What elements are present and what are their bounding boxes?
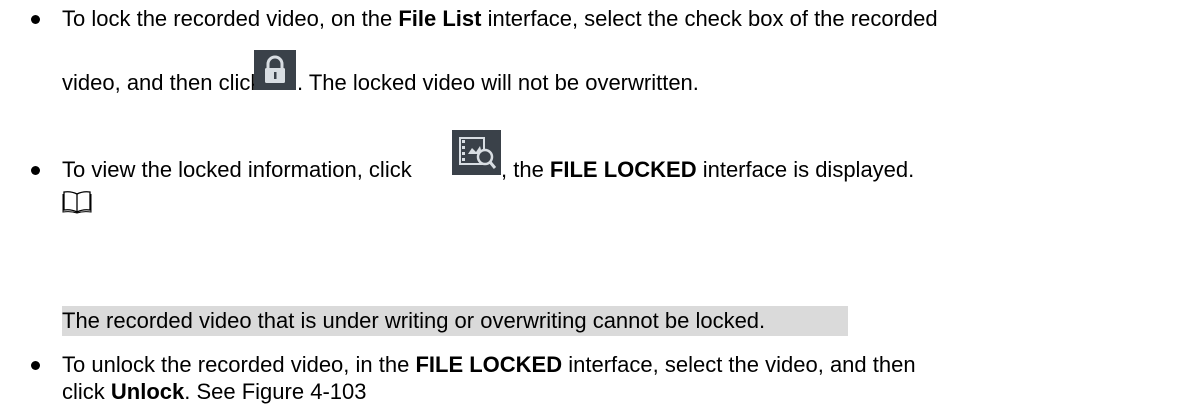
bold-term: FILE LOCKED xyxy=(415,352,563,377)
bullet-1-line-2-end: . The locked video will not be overwritt… xyxy=(297,70,699,96)
bullet-marker xyxy=(31,15,40,24)
bullet-2-line-1-end: , the FILE LOCKED interface is displayed… xyxy=(501,157,914,183)
lock-icon[interactable] xyxy=(254,50,296,90)
text: , the xyxy=(501,157,550,182)
text: To unlock the recorded video, in the xyxy=(62,352,416,377)
bold-term: FILE LOCKED xyxy=(549,157,697,182)
bullet-marker xyxy=(31,166,40,175)
text: To view the locked information, click xyxy=(62,157,412,182)
book-note-icon xyxy=(62,190,92,214)
bullet-3-line-2: click Unlock. See Figure 4-103 xyxy=(62,379,366,405)
file-locked-search-icon[interactable] xyxy=(452,130,501,175)
text: interface is displayed. xyxy=(696,157,915,182)
bold-term: File List xyxy=(398,6,482,31)
text: . See Figure 4-103 xyxy=(184,379,367,404)
bold-term: Unlock xyxy=(110,379,185,404)
text: interface, select the check box of the r… xyxy=(481,6,938,31)
bullet-1-line-1: To lock the recorded video, on the File … xyxy=(62,6,938,32)
text: click xyxy=(62,379,111,404)
bullet-1-line-2: video, and then click xyxy=(62,70,261,96)
bullet-3-line-1: To unlock the recorded video, in the FIL… xyxy=(62,352,916,378)
bullet-2-line-1: To view the locked information, click xyxy=(62,157,412,183)
text: . The locked video will not be overwritt… xyxy=(297,70,699,95)
text: video, and then click xyxy=(62,70,262,95)
text: To lock the recorded video, on the xyxy=(62,6,399,31)
text: interface, select the video, and then xyxy=(562,352,916,377)
note-text: The recorded video that is under writing… xyxy=(62,308,766,333)
bullet-marker xyxy=(31,361,40,370)
